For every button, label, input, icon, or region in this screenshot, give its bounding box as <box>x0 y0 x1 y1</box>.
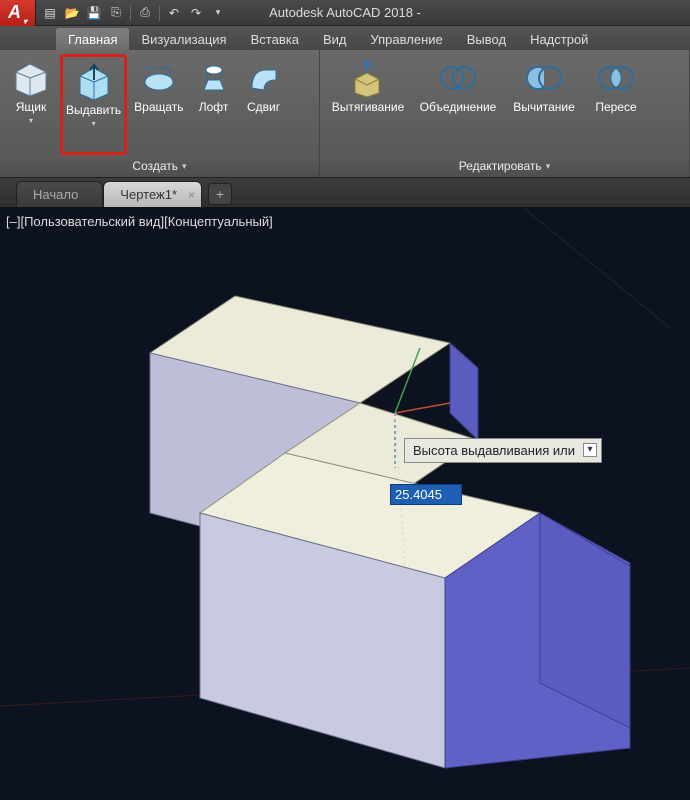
doc-tab-label: Чертеж1* <box>120 187 177 202</box>
qat-new-icon[interactable]: ▤ <box>40 3 60 23</box>
panel-title-label: Редактировать <box>459 159 542 173</box>
tool-presspull[interactable]: Вытягивание <box>326 54 410 155</box>
tool-intersect[interactable]: Пересе <box>586 54 646 155</box>
qat-print-icon[interactable]: ⎙ <box>135 3 155 23</box>
tool-label: Объединение <box>420 100 497 114</box>
tool-sweep[interactable]: Сдвиг <box>241 54 287 155</box>
tab-manage[interactable]: Управление <box>358 28 454 50</box>
qat-more-icon[interactable]: ▾ <box>208 3 228 23</box>
app-logo: A <box>8 2 21 23</box>
tab-view[interactable]: Вид <box>311 28 359 50</box>
chevron-down-icon: ▾ <box>29 116 33 125</box>
subtract-icon <box>524 58 564 98</box>
tool-box[interactable]: Ящик ▾ <box>6 54 56 155</box>
doc-tab-start[interactable]: Начало <box>16 181 103 207</box>
document-tabs: Начало Чертеж1* × + <box>0 178 690 208</box>
qat-saveas-icon[interactable]: ⎘ <box>106 3 126 23</box>
box-icon <box>11 58 51 98</box>
tool-label: Ящик <box>16 100 47 114</box>
tab-visualization[interactable]: Визуализация <box>129 28 238 50</box>
chevron-down-icon: ▾ <box>92 119 96 128</box>
tool-label: Сдвиг <box>247 100 280 114</box>
viewport[interactable]: [–][Пользовательский вид][Концептуальный… <box>0 208 690 800</box>
doc-tab-drawing1[interactable]: Чертеж1* × <box>103 181 202 207</box>
tool-revolve[interactable]: Вращать <box>131 54 186 155</box>
panel-title-edit[interactable]: Редактировать ▾ <box>320 155 689 177</box>
revolve-icon <box>139 58 179 98</box>
tool-extrude[interactable]: Выдавить ▾ <box>60 54 127 155</box>
model-3d <box>0 208 690 800</box>
tool-label: Лофт <box>199 100 229 114</box>
panel-edit: Вытягивание Объединение <box>320 50 690 177</box>
tool-label: Вычитание <box>513 100 575 114</box>
tooltip-dropdown-icon[interactable]: ▾ <box>583 443 597 457</box>
extrude-icon <box>74 61 114 101</box>
tool-union[interactable]: Объединение <box>414 54 502 155</box>
qat-undo-icon[interactable]: ↶ <box>164 3 184 23</box>
sweep-icon <box>244 58 284 98</box>
qat-open-icon[interactable]: 📂 <box>62 3 82 23</box>
loft-icon <box>194 58 234 98</box>
tool-label: Вытягивание <box>332 100 405 114</box>
extrude-tooltip: Высота выдавливания или ▾ <box>404 438 602 463</box>
qat-save-icon[interactable]: 💾 <box>84 3 104 23</box>
tool-label: Выдавить <box>66 103 121 117</box>
doc-tab-label: Начало <box>33 187 78 202</box>
panel-title-label: Создать <box>132 159 178 173</box>
tab-addins[interactable]: Надстрой <box>518 28 600 50</box>
tooltip-text: Высота выдавливания или <box>413 443 575 458</box>
tab-insert[interactable]: Вставка <box>239 28 311 50</box>
tool-loft[interactable]: Лофт <box>191 54 237 155</box>
presspull-icon <box>348 58 388 98</box>
extrude-height-input[interactable] <box>390 484 462 505</box>
qat-redo-icon[interactable]: ↷ <box>186 3 206 23</box>
chevron-down-icon: ▾ <box>182 161 187 172</box>
tab-output[interactable]: Вывод <box>455 28 518 50</box>
close-icon[interactable]: × <box>188 188 195 202</box>
tool-subtract[interactable]: Вычитание <box>506 54 582 155</box>
app-menu-button[interactable]: A ▾ <box>0 0 36 26</box>
panel-title-create[interactable]: Создать ▾ <box>0 155 319 177</box>
doc-add-button[interactable]: + <box>208 183 232 205</box>
tool-label: Вращать <box>134 100 183 114</box>
tab-home[interactable]: Главная <box>56 28 129 50</box>
ribbon: Ящик ▾ Выдавить ▾ <box>0 50 690 178</box>
union-icon <box>438 58 478 98</box>
panel-create: Ящик ▾ Выдавить ▾ <box>0 50 320 177</box>
intersect-icon <box>596 58 636 98</box>
ribbon-tabs: Главная Визуализация Вставка Вид Управле… <box>0 26 690 50</box>
chevron-down-icon: ▾ <box>546 161 551 172</box>
tool-label: Пересе <box>595 100 636 114</box>
quick-access-toolbar: ▤ 📂 💾 ⎘ ⎙ ↶ ↷ ▾ <box>40 3 228 23</box>
